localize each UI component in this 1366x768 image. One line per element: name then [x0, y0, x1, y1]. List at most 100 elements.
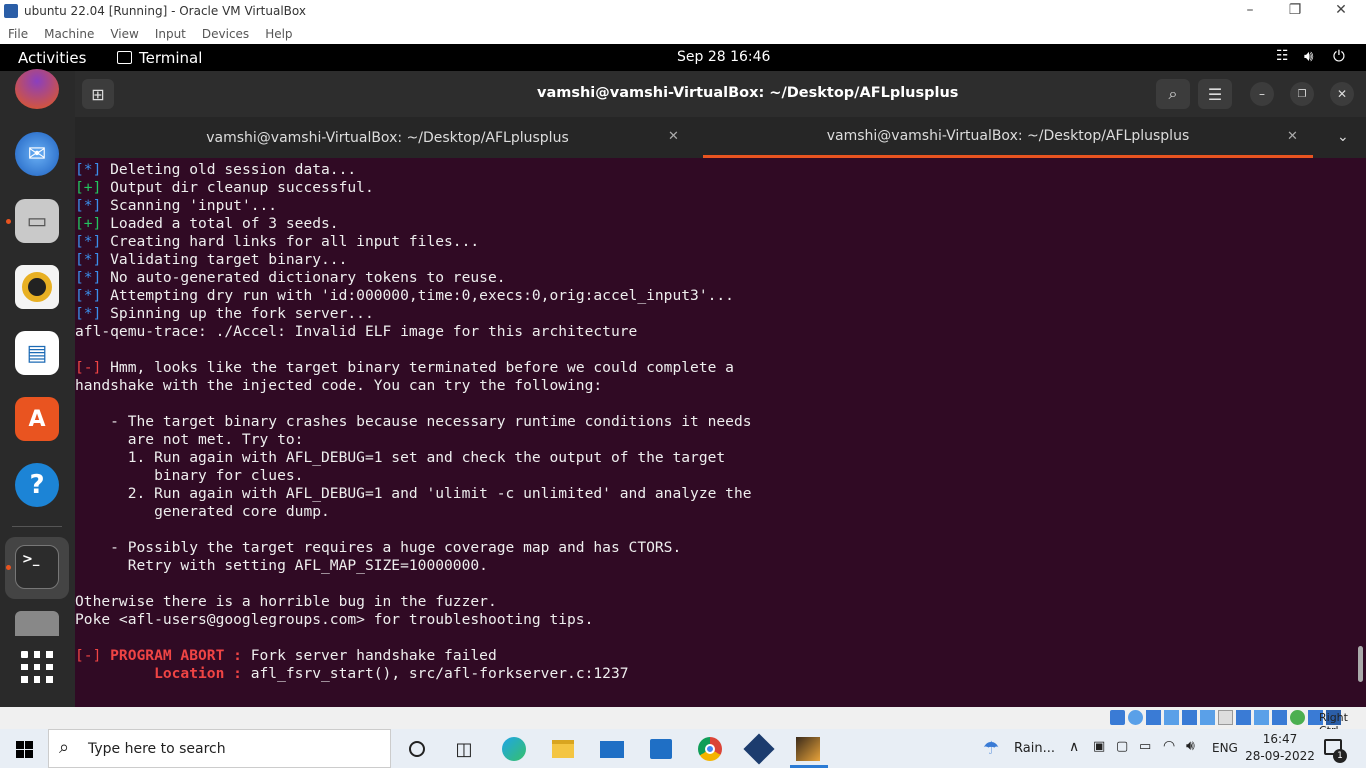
- store-icon[interactable]: [647, 735, 675, 763]
- tab-2[interactable]: vamshi@vamshi-VirtualBox: ~/Desktop/AFLp…: [703, 117, 1313, 158]
- rhythmbox-icon[interactable]: [15, 265, 59, 309]
- terminal-line: generated core dump.: [75, 503, 330, 521]
- line-text: Attempting dry run with 'id:000000,time:…: [101, 287, 734, 304]
- hamburger-menu-button[interactable]: ☰: [1198, 79, 1232, 109]
- running-indicator: [6, 219, 11, 224]
- weather-icon[interactable]: ☂: [983, 738, 999, 759]
- menu-devices[interactable]: Devices: [202, 27, 249, 41]
- line-text: No auto-generated dictionary tokens to r…: [101, 269, 506, 286]
- line-tail: Fork server handshake failed: [250, 647, 497, 664]
- writer-icon[interactable]: ▤: [15, 331, 59, 375]
- restore-button[interactable]: ❐: [1275, 2, 1315, 18]
- term-maximize-button[interactable]: ❐: [1290, 82, 1314, 106]
- help-icon[interactable]: ?: [15, 463, 59, 507]
- ubuntu-vm-taskbar-icon[interactable]: [794, 735, 822, 763]
- app-center-icon[interactable]: A: [15, 397, 59, 441]
- app-menu-label[interactable]: Terminal: [139, 49, 202, 67]
- terminal-line: [-] PROGRAM ABORT : Fork server handshak…: [75, 647, 497, 665]
- line-text: afl-qemu-trace: ./Accel: Invalid ELF ima…: [75, 323, 638, 340]
- cortana-icon[interactable]: [403, 735, 431, 763]
- show-hidden-icons[interactable]: ∧: [1069, 739, 1079, 755]
- line-text: generated core dump.: [75, 503, 330, 520]
- terminal-line: handshake with the injected code. You ca…: [75, 377, 602, 395]
- line-text: Creating hard links for all input files.…: [101, 233, 480, 250]
- terminal-line: 1. Run again with AFL_DEBUG=1 set and ch…: [75, 449, 725, 467]
- chrome-icon[interactable]: [696, 735, 724, 763]
- terminal-line: [*] Deleting old session data...: [75, 161, 356, 179]
- tab-close-icon[interactable]: ✕: [1287, 129, 1298, 144]
- line-text: handshake with the injected code. You ca…: [75, 377, 603, 394]
- line-prefix: [+]: [75, 179, 102, 196]
- weather-label[interactable]: Rain...: [1014, 741, 1055, 756]
- terminal-line: [*] Attempting dry run with 'id:000000,t…: [75, 287, 734, 305]
- power-icon[interactable]: ⏻: [1333, 47, 1345, 65]
- clock[interactable]: Sep 28 16:46: [677, 49, 770, 65]
- term-close-button[interactable]: ✕: [1330, 82, 1354, 106]
- line-text: - Possibly the target requires a huge co…: [75, 539, 682, 556]
- language-indicator[interactable]: ENG: [1212, 741, 1238, 755]
- firefox-icon[interactable]: [15, 69, 59, 109]
- line-text: Otherwise there is a horrible bug in the…: [75, 593, 497, 610]
- terminal-line: [+] Output dir cleanup successful.: [75, 179, 374, 197]
- menu-file[interactable]: File: [8, 27, 28, 41]
- taskbar-date[interactable]: 28-09-2022: [1244, 749, 1316, 763]
- edge-icon[interactable]: [500, 735, 528, 763]
- wifi-icon[interactable]: ◠: [1163, 738, 1175, 754]
- thunderbird-icon[interactable]: ✉: [15, 132, 59, 176]
- new-tab-button[interactable]: ⊞: [82, 79, 114, 109]
- virtualbox-icon: [4, 4, 18, 18]
- terminal-line: Location : afl_fsrv_start(), src/afl-for…: [75, 665, 628, 683]
- virtualbox-taskbar-icon[interactable]: [743, 733, 775, 765]
- taskbar-time[interactable]: 16:47: [1250, 732, 1310, 746]
- terminal-line: Retry with setting AFL_MAP_SIZE=10000000…: [75, 557, 488, 575]
- menu-help[interactable]: Help: [265, 27, 292, 41]
- taskbar-search-box[interactable]: ⌕ Type here to search: [48, 729, 391, 768]
- term-minimize-button[interactable]: –: [1250, 82, 1274, 106]
- minimize-button[interactable]: –: [1230, 2, 1270, 18]
- tab-label: vamshi@vamshi-VirtualBox: ~/Desktop/AFLp…: [826, 128, 1190, 144]
- windows-start-icon[interactable]: [16, 741, 33, 758]
- menu-machine[interactable]: Machine: [44, 27, 94, 41]
- tray-icon-1[interactable]: ▣: [1093, 739, 1105, 754]
- terminal-scrollbar[interactable]: [1358, 646, 1363, 682]
- search-button[interactable]: ⌕: [1156, 79, 1190, 109]
- files-icon[interactable]: ▭: [15, 199, 59, 243]
- vbox-menu-bar: File Machine View Input Devices Help: [0, 23, 1366, 44]
- terminal-tab-bar: vamshi@vamshi-VirtualBox: ~/Desktop/AFLp…: [75, 117, 1366, 158]
- line-text: Output dir cleanup successful.: [101, 179, 374, 196]
- volume-icon[interactable]: 🔊︎: [1304, 47, 1313, 65]
- terminal-line: binary for clues.: [75, 467, 303, 485]
- activities-button[interactable]: Activities: [18, 49, 86, 67]
- menu-input[interactable]: Input: [155, 27, 186, 41]
- battery-icon[interactable]: ▭: [1139, 739, 1151, 754]
- vbox-window-title: ubuntu 22.04 [Running] - Oracle VM Virtu…: [24, 4, 306, 18]
- line-prefix: [-]: [75, 647, 102, 664]
- speaker-icon[interactable]: 🔊︎: [1186, 738, 1195, 754]
- line-prefix: [*]: [75, 197, 102, 214]
- line-text: - The target binary crashes because nece…: [75, 413, 752, 430]
- tab-close-icon[interactable]: ✕: [668, 129, 679, 144]
- mail-icon[interactable]: [598, 735, 626, 763]
- tray-icon-2[interactable]: ▢: [1116, 739, 1128, 754]
- line-text: Hmm, looks like the target binary termin…: [101, 359, 734, 376]
- line-prefix: [*]: [75, 251, 102, 268]
- search-placeholder: Type here to search: [88, 741, 226, 757]
- show-apps-icon[interactable]: [21, 651, 53, 683]
- tabs-dropdown-icon[interactable]: ⌄: [1337, 129, 1349, 145]
- network-icon[interactable]: ☷: [1276, 48, 1289, 64]
- terminal-icon[interactable]: >_: [15, 545, 59, 589]
- task-view-icon[interactable]: ◫: [450, 735, 478, 763]
- search-icon: ⌕: [59, 737, 70, 758]
- line-text: are not met. Try to:: [75, 431, 304, 448]
- menu-view[interactable]: View: [110, 27, 138, 41]
- tab-1[interactable]: vamshi@vamshi-VirtualBox: ~/Desktop/AFLp…: [75, 117, 700, 158]
- close-button[interactable]: ✕: [1321, 2, 1361, 18]
- terminal-output[interactable]: [*] Deleting old session data... [+] Outp…: [75, 158, 1366, 707]
- line-text: Retry with setting AFL_MAP_SIZE=10000000…: [75, 557, 488, 574]
- windows-taskbar: ⌕ Type here to search ◫ ☂ Rain... ∧ ▣ ▢ …: [0, 729, 1366, 768]
- line-text: Poke <afl-users@googlegroups.com> for tr…: [75, 611, 594, 628]
- file-explorer-icon[interactable]: [549, 735, 577, 763]
- line-prefix: [*]: [75, 161, 102, 178]
- trash-icon[interactable]: [15, 611, 59, 636]
- terminal-line: [*] No auto-generated dictionary tokens …: [75, 269, 506, 287]
